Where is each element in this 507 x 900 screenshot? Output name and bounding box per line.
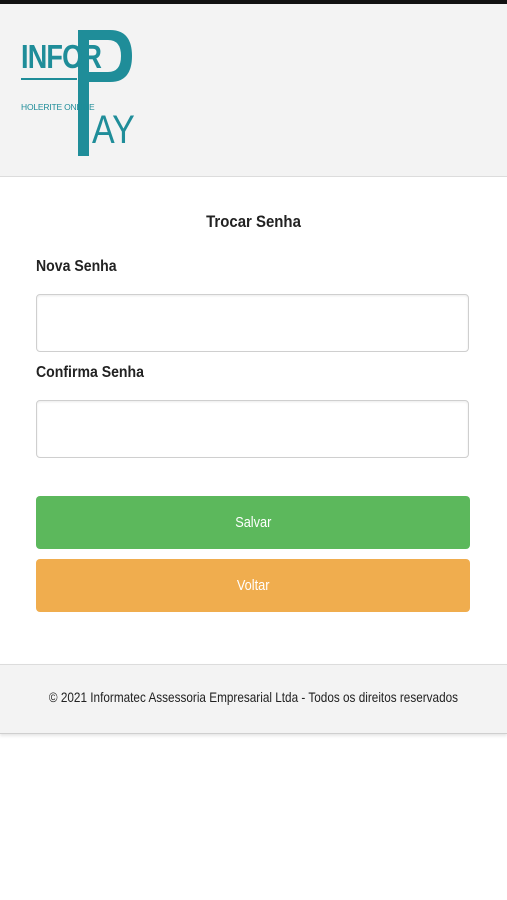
save-button[interactable]: Salvar (36, 496, 470, 549)
new-password-field[interactable] (36, 294, 469, 352)
save-button-label: Salvar (234, 514, 272, 531)
form-title: Trocar Senha (206, 212, 301, 231)
copyright-text: © 2021 Informatec Assessoria Empresarial… (48, 689, 459, 705)
confirm-password-label: Confirma Senha (36, 364, 144, 381)
logo-tagline: HOLERITE ONLINE (21, 102, 95, 112)
back-button[interactable]: Voltar (36, 559, 470, 612)
new-password-label: Nova Senha (36, 258, 117, 275)
confirm-password-field[interactable] (36, 400, 469, 458)
back-button-label: Voltar (236, 577, 270, 594)
logo-ay-text: AY (92, 108, 135, 152)
page-header: INFOR HOLERITE ONLINE AY (0, 4, 507, 177)
inforpay-logo: INFOR HOLERITE ONLINE AY (18, 26, 143, 161)
logo-infor-text: INFOR (21, 38, 102, 75)
page-footer: © 2021 Informatec Assessoria Empresarial… (0, 664, 507, 734)
